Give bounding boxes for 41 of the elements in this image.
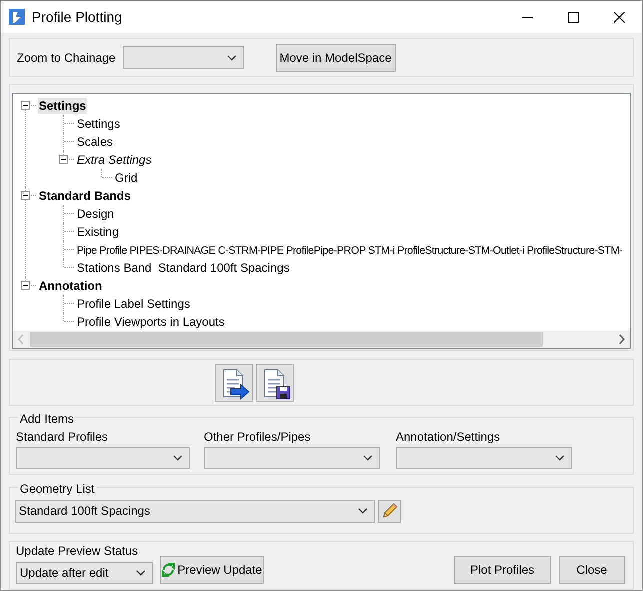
edit-button[interactable] bbox=[378, 500, 401, 523]
chevron-icon bbox=[173, 454, 183, 461]
chevron-icon bbox=[136, 570, 146, 576]
field-label: Update Preview Status bbox=[16, 543, 140, 560]
refresh-icon bbox=[162, 563, 175, 577]
close-button[interactable]: Close bbox=[559, 556, 625, 584]
window-title: Profile Plotting bbox=[32, 8, 122, 27]
field-label: Zoom to Chainage bbox=[17, 50, 116, 67]
export-button[interactable] bbox=[215, 364, 253, 402]
tree-item[interactable]: Stations Band Standard 100ft Spacings bbox=[76, 260, 291, 276]
field-label: Annotation/Settings bbox=[396, 428, 502, 446]
chevron-icon bbox=[363, 454, 373, 461]
field-label: Other Profiles/Pipes bbox=[204, 428, 312, 446]
preview-status-dropdown[interactable]: Update after edit bbox=[16, 562, 153, 584]
tree-item[interactable]: Settings bbox=[76, 116, 122, 132]
collapse-icon[interactable] bbox=[59, 155, 68, 164]
move-button[interactable]: Move in ModelSpace bbox=[276, 44, 396, 72]
preview-update-button[interactable]: Preview Update bbox=[160, 556, 264, 584]
close-icon[interactable] bbox=[614, 12, 624, 22]
tree-item[interactable]: Pipe Profile PIPES-DRAINAGE C-STRM-PIPE ProfilePipe-PROP STM-i ProfileStructure-STM-Outlet-i ProfileStructure-STM- bbox=[76, 243, 624, 260]
tree-item[interactable]: Settings bbox=[38, 98, 88, 114]
horizontal-scrollbar[interactable] bbox=[13, 331, 630, 348]
chevron-icon bbox=[555, 454, 565, 461]
geometry-dropdown[interactable]: Standard 100ft Spacings bbox=[15, 500, 375, 523]
field-label: Standard Profiles bbox=[16, 428, 110, 446]
tree-item[interactable]: Extra Settings bbox=[76, 152, 153, 168]
tree-item[interactable]: Existing bbox=[76, 224, 120, 240]
tree-item[interactable]: Profile Label Settings bbox=[76, 296, 192, 312]
scrollbar-thumb[interactable] bbox=[30, 332, 544, 348]
save-button[interactable] bbox=[256, 364, 294, 402]
plot-button[interactable]: Plot Profiles bbox=[454, 556, 551, 584]
maximize-icon[interactable] bbox=[568, 12, 578, 22]
chevron-icon bbox=[226, 54, 237, 61]
collapse-icon[interactable] bbox=[21, 191, 30, 200]
collapse-icon[interactable] bbox=[21, 281, 30, 290]
chevron-icon bbox=[358, 508, 368, 514]
app-logo-icon bbox=[9, 9, 25, 25]
pencil-icon bbox=[380, 502, 398, 520]
tree-item[interactable]: Design bbox=[76, 206, 116, 222]
tree-item[interactable]: Profile Viewports in Layouts bbox=[76, 314, 226, 330]
collapse-icon[interactable] bbox=[21, 101, 30, 110]
